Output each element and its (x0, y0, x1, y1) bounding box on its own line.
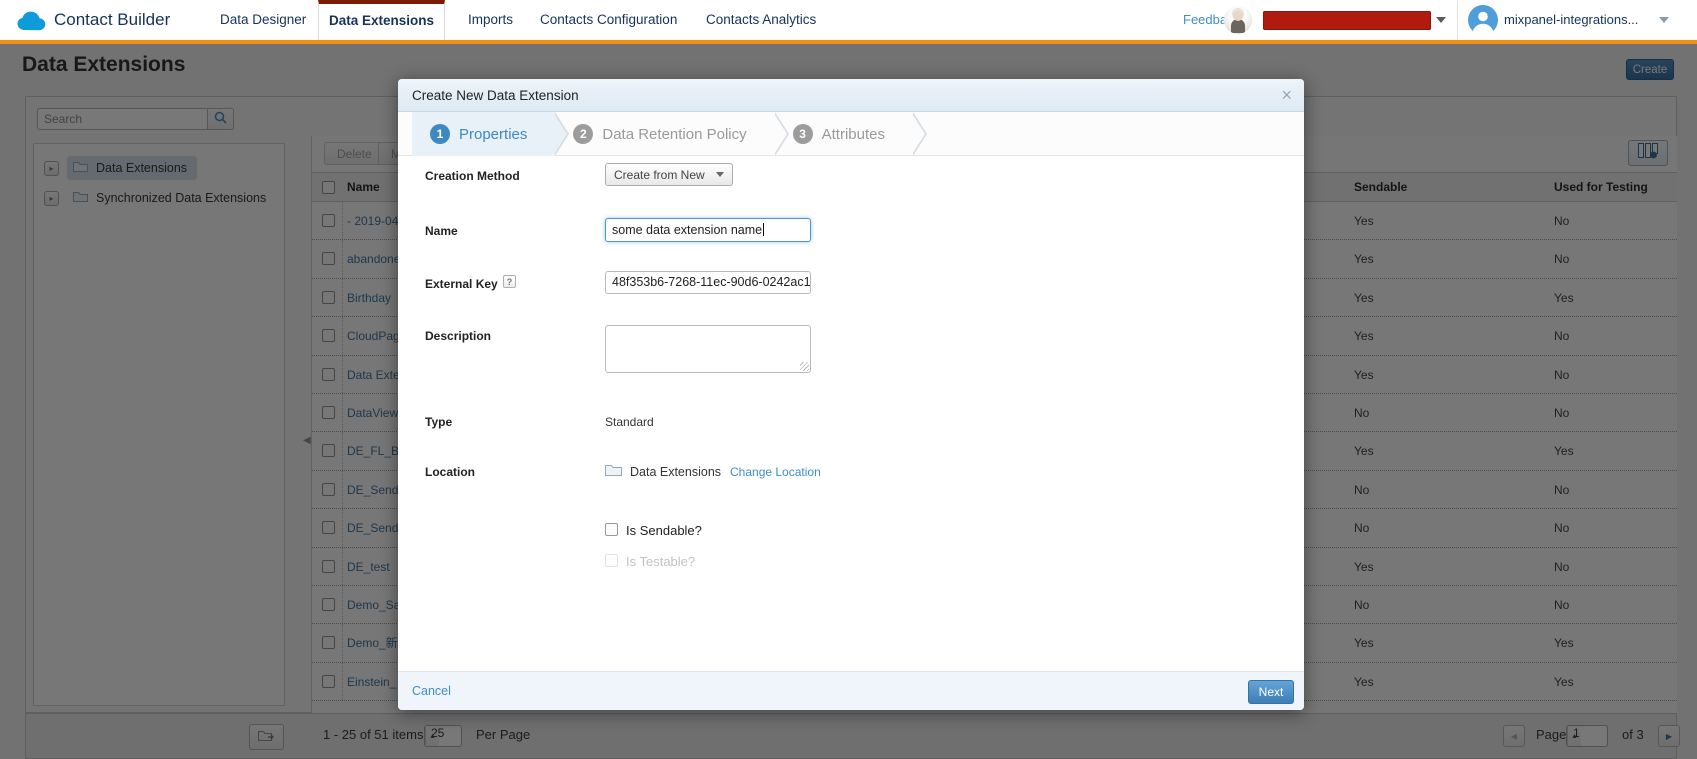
location-label: Location (425, 465, 475, 479)
screen: Contact Builder Data Designer Data Exten… (0, 0, 1697, 759)
type-value: Standard (605, 415, 654, 429)
tab-contacts-configuration[interactable]: Contacts Configuration (540, 0, 677, 40)
einstein-avatar[interactable] (1224, 6, 1252, 34)
creation-method-value: Create from New (606, 168, 716, 182)
cloud-logo-icon (14, 9, 50, 38)
is-sendable-label: Is Sendable? (626, 523, 702, 538)
name-label: Name (425, 224, 458, 238)
external-key-input[interactable]: 48f353b6-7268-11ec-90d6-0242ac1200 (605, 271, 811, 294)
external-key-value: 48f353b6-7268-11ec-90d6-0242ac1200 (612, 275, 811, 289)
step-attributes[interactable]: 3 Attributes (775, 112, 913, 156)
location-value: Data Extensions (630, 465, 721, 479)
tab-data-extensions[interactable]: Data Extensions (318, 0, 445, 40)
step-properties[interactable]: 1 Properties (412, 112, 555, 156)
caret-down-icon (716, 172, 724, 177)
step-number-badge: 2 (573, 124, 593, 144)
wizard-steps: 1 Properties 2 Data Retention Policy 3 A… (398, 112, 1304, 156)
caret-down-icon[interactable] (1659, 17, 1669, 23)
app-name: Contact Builder (54, 0, 170, 40)
step-data-retention-policy[interactable]: 2 Data Retention Policy (555, 112, 774, 156)
creation-method-dropdown[interactable]: Create from New (605, 163, 733, 186)
folder-icon (605, 463, 622, 481)
step-number-badge: 3 (793, 124, 813, 144)
tab-data-designer[interactable]: Data Designer (220, 0, 306, 40)
create-data-extension-modal: Create New Data Extension × 1 Properties… (398, 79, 1304, 710)
description-textarea[interactable] (605, 325, 811, 373)
step-label: Properties (459, 126, 527, 143)
nav-divider (1457, 0, 1458, 40)
redacted-account-badge (1263, 11, 1431, 30)
caret-down-icon[interactable] (1436, 17, 1446, 23)
is-testable-label: Is Testable? (626, 554, 695, 569)
step-label: Data Retention Policy (602, 126, 746, 143)
is-sendable-checkbox[interactable] (605, 523, 618, 536)
text-cursor (763, 223, 764, 236)
description-label: Description (425, 329, 491, 343)
creation-method-label: Creation Method (425, 169, 520, 183)
external-key-label: External Key (425, 277, 498, 291)
name-input[interactable]: some data extension name (605, 218, 811, 242)
top-nav: Contact Builder Data Designer Data Exten… (0, 0, 1697, 44)
name-input-value: some data extension name (612, 223, 762, 237)
account-name[interactable]: mixpanel-integrations... (1504, 0, 1638, 40)
change-location-link[interactable]: Change Location (730, 465, 821, 479)
tab-imports[interactable]: Imports (468, 0, 513, 40)
modal-titlebar: Create New Data Extension × (398, 79, 1304, 112)
step-label: Attributes (822, 126, 885, 143)
modal-footer: Cancel Next (398, 671, 1304, 710)
next-button[interactable]: Next (1248, 680, 1294, 704)
type-label: Type (425, 415, 452, 429)
tab-contacts-analytics[interactable]: Contacts Analytics (706, 0, 816, 40)
user-avatar-icon[interactable] (1468, 5, 1498, 40)
cancel-link[interactable]: Cancel (412, 672, 451, 711)
close-icon[interactable]: × (1281, 84, 1292, 106)
modal-title: Create New Data Extension (412, 79, 579, 112)
is-testable-checkbox (605, 554, 618, 567)
step-number-badge: 1 (430, 124, 450, 144)
help-icon[interactable]: ? (503, 275, 516, 288)
